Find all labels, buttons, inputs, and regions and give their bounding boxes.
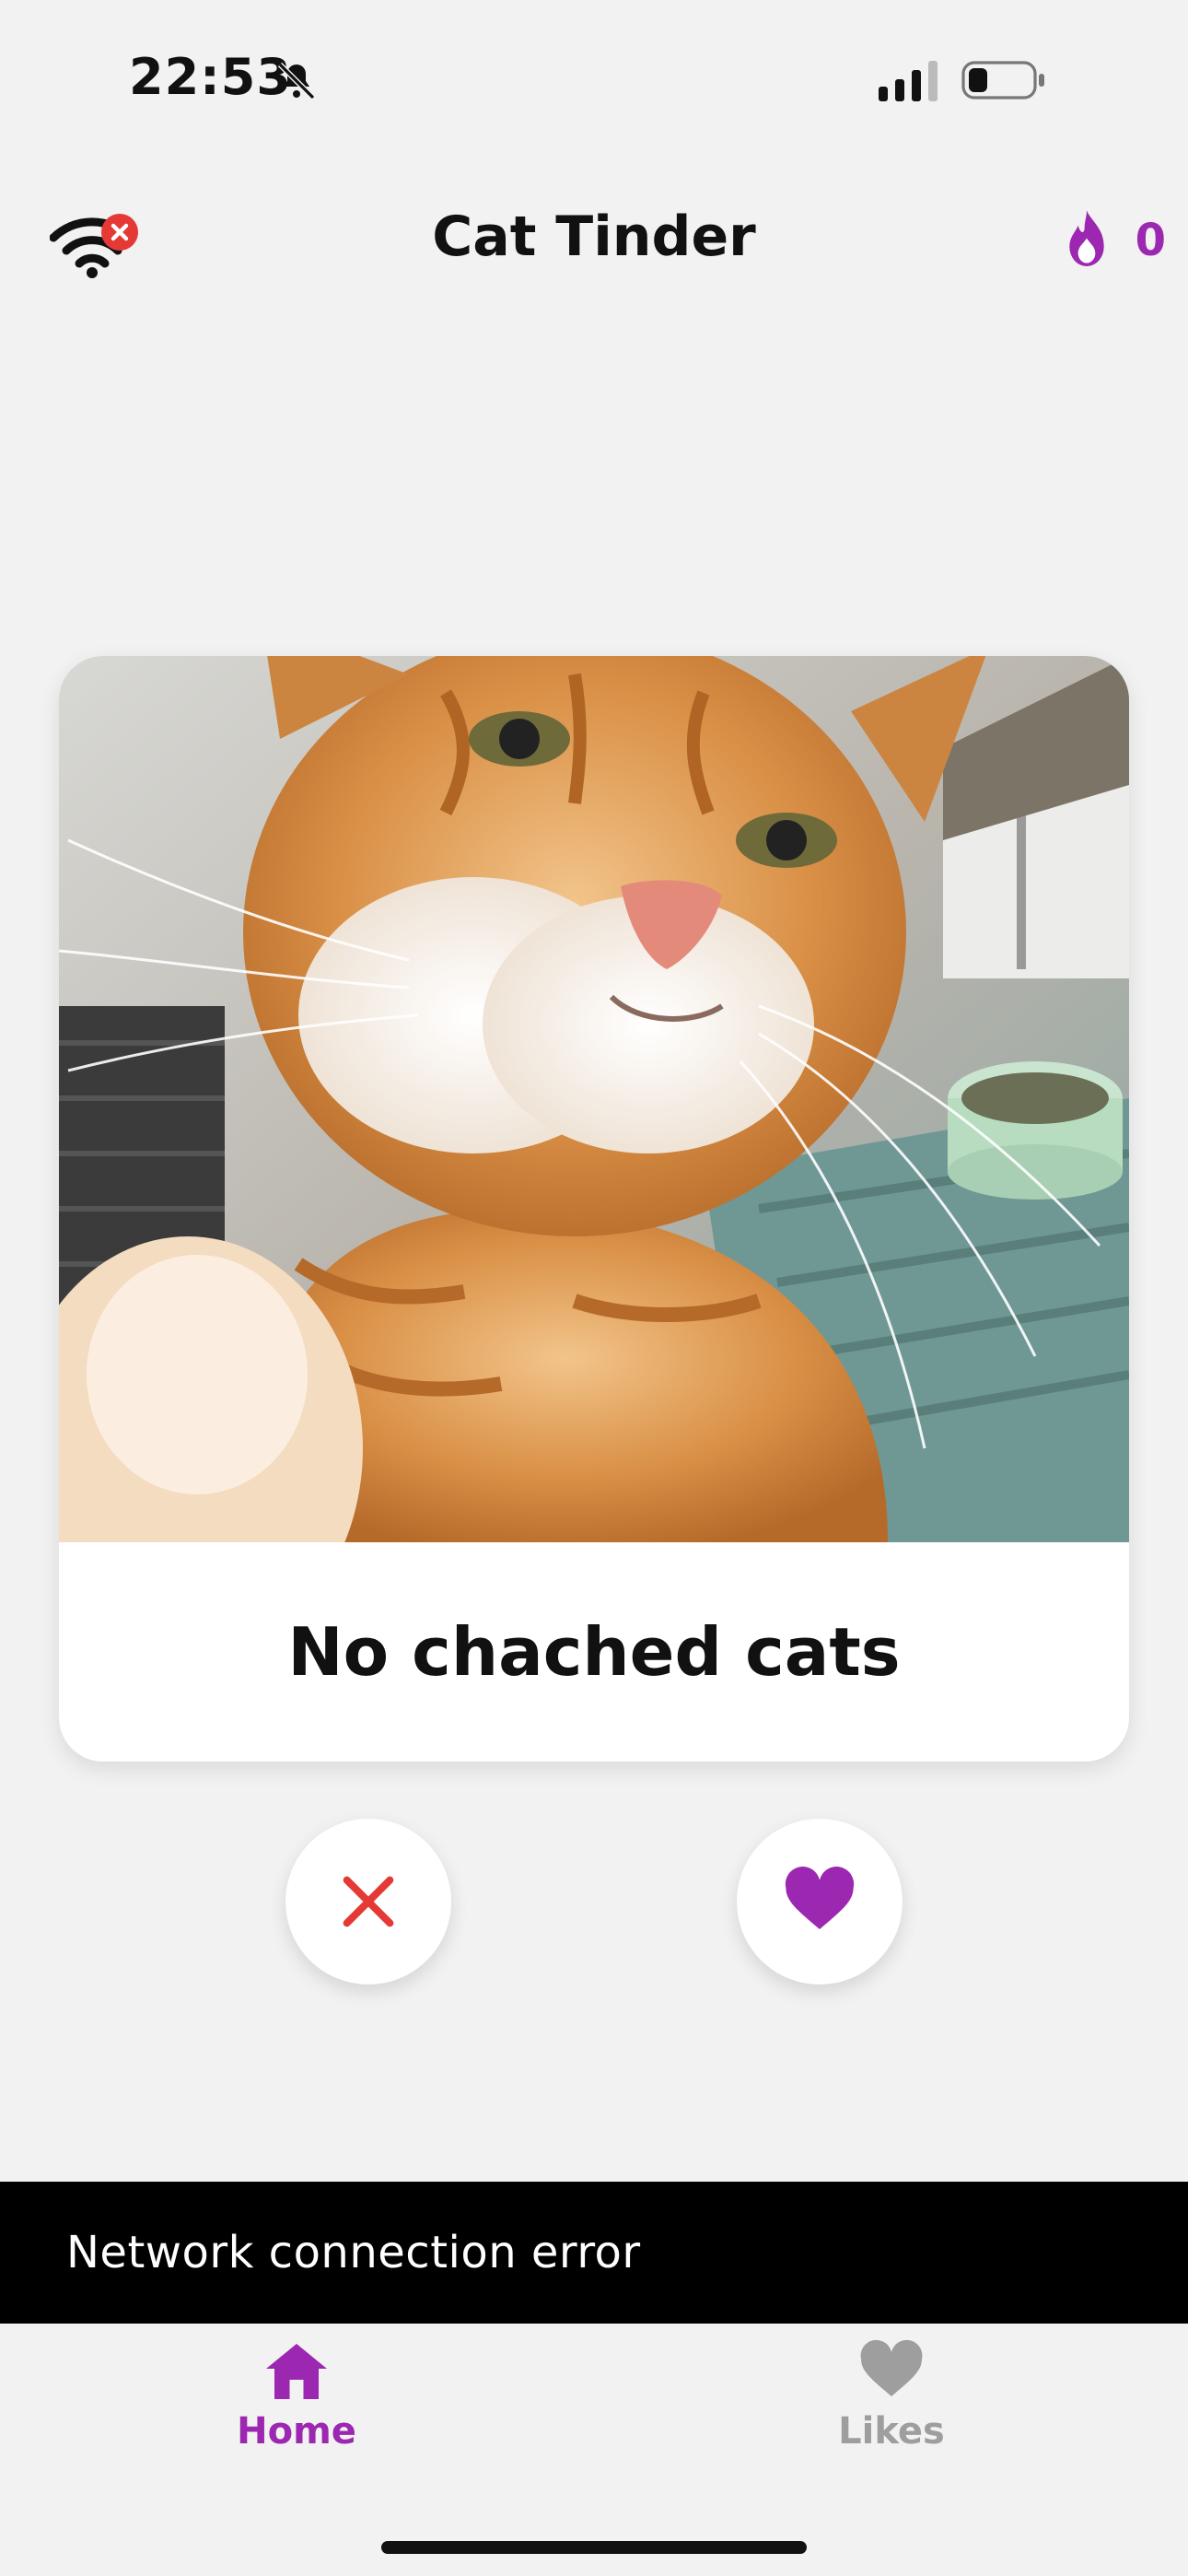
error-snackbar: Network connection error <box>0 2182 1188 2324</box>
app-title: Cat Tinder <box>432 205 756 269</box>
app-screen: 22:53 Cat Tinder 0 No chached cats Netwo… <box>0 0 1188 2576</box>
nav-label-likes: Likes <box>838 2410 945 2453</box>
battery-icon <box>961 61 1044 100</box>
status-time: 22:53 <box>129 48 292 106</box>
cellular-signal-icon <box>879 61 938 101</box>
nav-item-home[interactable]: Home <box>158 2338 435 2453</box>
heart-icon <box>785 1867 855 1929</box>
like-button[interactable] <box>737 1819 903 1985</box>
dislike-button[interactable] <box>285 1819 451 1985</box>
bell-slash-icon <box>277 62 316 100</box>
nav-label-home: Home <box>237 2410 356 2453</box>
streak-count: 0 <box>1135 215 1166 266</box>
card-caption: No chached cats <box>287 1613 901 1691</box>
snackbar-message: Network connection error <box>66 2227 641 2278</box>
heart-icon <box>860 2339 923 2396</box>
flame-icon <box>1068 210 1104 266</box>
home-indicator[interactable] <box>381 2541 807 2554</box>
bottom-navigation: Home Likes <box>0 2324 1188 2576</box>
cat-photo <box>59 656 1129 1542</box>
close-icon <box>343 1876 394 1927</box>
streak-counter: 0 <box>1060 206 1166 275</box>
home-icon <box>266 2344 327 2399</box>
cat-card[interactable]: No chached cats <box>59 656 1129 1762</box>
nav-item-likes[interactable]: Likes <box>753 2338 1030 2453</box>
